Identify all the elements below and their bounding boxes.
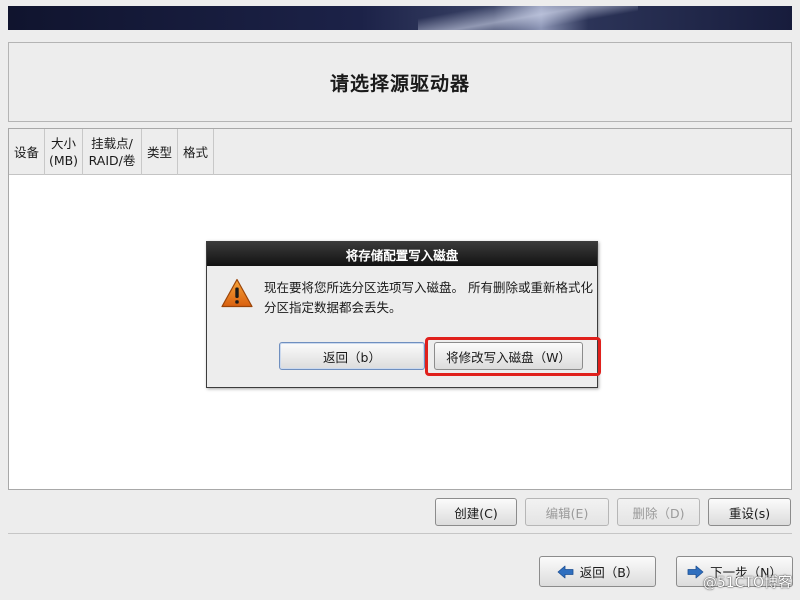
back-button-label: 返回（B） (579, 565, 639, 580)
banner-streak (418, 6, 638, 30)
column-mountpoint[interactable]: 挂载点/ RAID/卷 (83, 129, 142, 175)
table-header: 设备 大小 (MB) 挂载点/ RAID/卷 类型 格式 (9, 129, 791, 175)
dialog-message: 现在要将您所选分区选项写入磁盘。 所有删除或重新格式化分区指定数据都会丢失。 (264, 280, 593, 315)
dialog-title: 将存储配置写入磁盘 (207, 242, 597, 266)
edit-button[interactable]: 编辑(E) (525, 498, 609, 526)
delete-button[interactable]: 删除（D) (617, 498, 700, 526)
header-panel: 请选择源驱动器 (8, 42, 792, 122)
column-device[interactable]: 设备 (9, 129, 45, 175)
dialog-back-button[interactable]: 返回（b） (279, 342, 425, 370)
write-to-disk-button[interactable]: 将修改写入磁盘（W） (434, 342, 583, 370)
arrow-left-icon (557, 565, 574, 578)
column-format[interactable]: 格式 (178, 129, 214, 175)
top-banner (8, 6, 792, 30)
column-type[interactable]: 类型 (142, 129, 178, 175)
reset-button[interactable]: 重设(s) (708, 498, 791, 526)
arrow-right-icon (687, 565, 704, 578)
watermark: @51CTO博客 (702, 575, 792, 591)
back-button[interactable]: 返回（B） (539, 556, 656, 587)
footer-separator (8, 533, 792, 534)
column-size[interactable]: 大小 (MB) (45, 129, 83, 175)
warning-icon (221, 278, 253, 308)
create-button[interactable]: 创建(C) (435, 498, 517, 526)
page-title: 请选择源驱动器 (329, 72, 470, 95)
